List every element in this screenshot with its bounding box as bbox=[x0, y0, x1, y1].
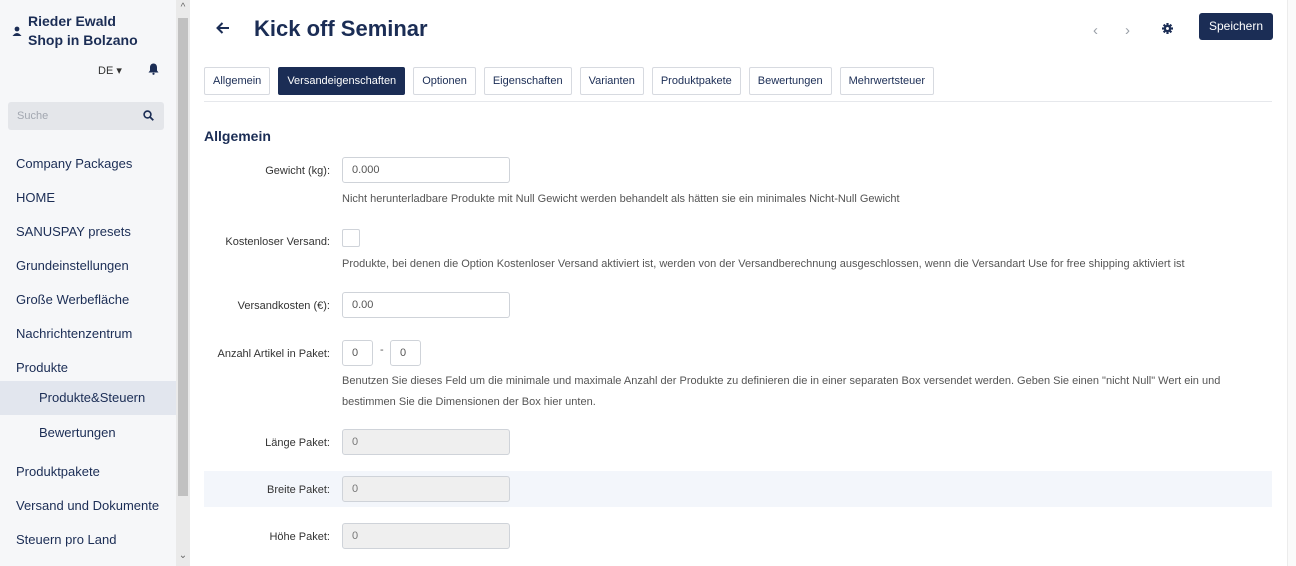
shop-name-line1: Rieder Ewald bbox=[28, 13, 116, 29]
sidebar-item-grosse-werbeflaeche[interactable]: Große Werbefläche bbox=[0, 283, 176, 317]
box-height-field[interactable]: 0 bbox=[342, 523, 510, 549]
search-input[interactable]: Suche bbox=[8, 102, 164, 130]
sidebar-item-steuern-pro-land[interactable]: Steuern pro Land bbox=[0, 523, 176, 557]
tabs-divider bbox=[204, 101, 1272, 102]
scroll-down-icon[interactable]: ⌄ bbox=[176, 550, 190, 561]
save-button[interactable]: Speichern bbox=[1199, 13, 1273, 40]
sidebar-item-sanuspay-presets[interactable]: SANUSPAY presets bbox=[0, 215, 176, 249]
sidebar-item-nachrichtenzentrum[interactable]: Nachrichtenzentrum bbox=[0, 317, 176, 351]
items-range-separator: - bbox=[380, 344, 384, 356]
weight-label: Gewicht (kg): bbox=[265, 165, 330, 177]
bell-icon[interactable] bbox=[148, 63, 159, 75]
free-shipping-checkbox[interactable] bbox=[342, 229, 360, 247]
tab-produktpakete[interactable]: Produktpakete bbox=[651, 67, 741, 95]
items-in-box-help-line2: bestimmen Sie die Dimensionen der Box hi… bbox=[342, 396, 596, 408]
free-shipping-help: Produkte, bei denen die Option Kostenlos… bbox=[342, 258, 1185, 270]
tab-optionen[interactable]: Optionen bbox=[413, 67, 476, 95]
prev-icon[interactable]: ‹ bbox=[1093, 22, 1098, 39]
sidebar-item-versand-und-dokumente[interactable]: Versand und Dokumente bbox=[0, 489, 176, 523]
user-icon bbox=[12, 26, 22, 36]
box-length-label: Länge Paket: bbox=[265, 437, 330, 449]
items-max-field[interactable]: 0 bbox=[390, 340, 421, 366]
tab-versandeigenschaften[interactable]: Versandeigenschaften bbox=[278, 67, 406, 95]
next-icon[interactable]: › bbox=[1125, 22, 1130, 39]
items-in-box-help-line1: Benutzen Sie dieses Feld um die minimale… bbox=[342, 375, 1221, 387]
section-title: Allgemein bbox=[204, 128, 271, 144]
sidebar-item-home[interactable]: HOME bbox=[0, 181, 176, 215]
sidebar-scrollbar-thumb[interactable] bbox=[178, 18, 188, 496]
sidebar-item-produkte-steuern[interactable]: Produkte&Steuern bbox=[0, 381, 176, 415]
sidebar-item-bewertungen[interactable]: Bewertungen bbox=[0, 416, 176, 450]
items-min-field[interactable]: 0 bbox=[342, 340, 373, 366]
scroll-up-icon[interactable]: ^ bbox=[176, 2, 190, 13]
box-height-label: Höhe Paket: bbox=[269, 531, 330, 543]
page-title: Kick off Seminar bbox=[254, 16, 428, 41]
language-selector[interactable]: DE ▾ bbox=[98, 64, 122, 77]
free-shipping-label: Kostenloser Versand: bbox=[225, 236, 330, 248]
box-width-label: Breite Paket: bbox=[267, 484, 330, 496]
gear-icon[interactable] bbox=[1162, 23, 1173, 34]
back-arrow-icon[interactable] bbox=[216, 21, 230, 35]
sidebar-item-produkte[interactable]: Produkte bbox=[0, 351, 176, 385]
shipping-cost-label: Versandkosten (€): bbox=[237, 300, 330, 312]
shop-name-line2: Shop in Bolzano bbox=[28, 32, 138, 48]
tab-allgemein[interactable]: Allgemein bbox=[204, 67, 271, 95]
weight-help: Nicht herunterladbare Produkte mit Null … bbox=[342, 193, 900, 205]
search-icon[interactable] bbox=[143, 110, 154, 121]
tab-mehrwertsteuer[interactable]: Mehrwertsteuer bbox=[839, 67, 935, 95]
weight-field[interactable]: 0.000 bbox=[342, 157, 510, 183]
box-width-field[interactable]: 0 bbox=[342, 476, 510, 502]
shipping-cost-field[interactable]: 0.00 bbox=[342, 292, 510, 318]
tab-bar: Allgemein Versandeigenschaften Optionen … bbox=[204, 67, 935, 95]
box-length-field[interactable]: 0 bbox=[342, 429, 510, 455]
sidebar-item-grundeinstellungen[interactable]: Grundeinstellungen bbox=[0, 249, 176, 283]
shop-switcher[interactable]: Rieder Ewald Shop in Bolzano bbox=[12, 12, 138, 50]
page-scrollbar[interactable] bbox=[1287, 0, 1296, 566]
items-in-box-label: Anzahl Artikel in Paket: bbox=[217, 348, 330, 360]
search-placeholder: Suche bbox=[17, 110, 49, 122]
tab-eigenschaften[interactable]: Eigenschaften bbox=[483, 67, 572, 95]
tab-bewertungen[interactable]: Bewertungen bbox=[748, 67, 832, 95]
sidebar-item-produktpakete[interactable]: Produktpakete bbox=[0, 455, 176, 489]
sidebar-item-company-packages[interactable]: Company Packages bbox=[0, 147, 176, 181]
tab-varianten[interactable]: Varianten bbox=[579, 67, 644, 95]
